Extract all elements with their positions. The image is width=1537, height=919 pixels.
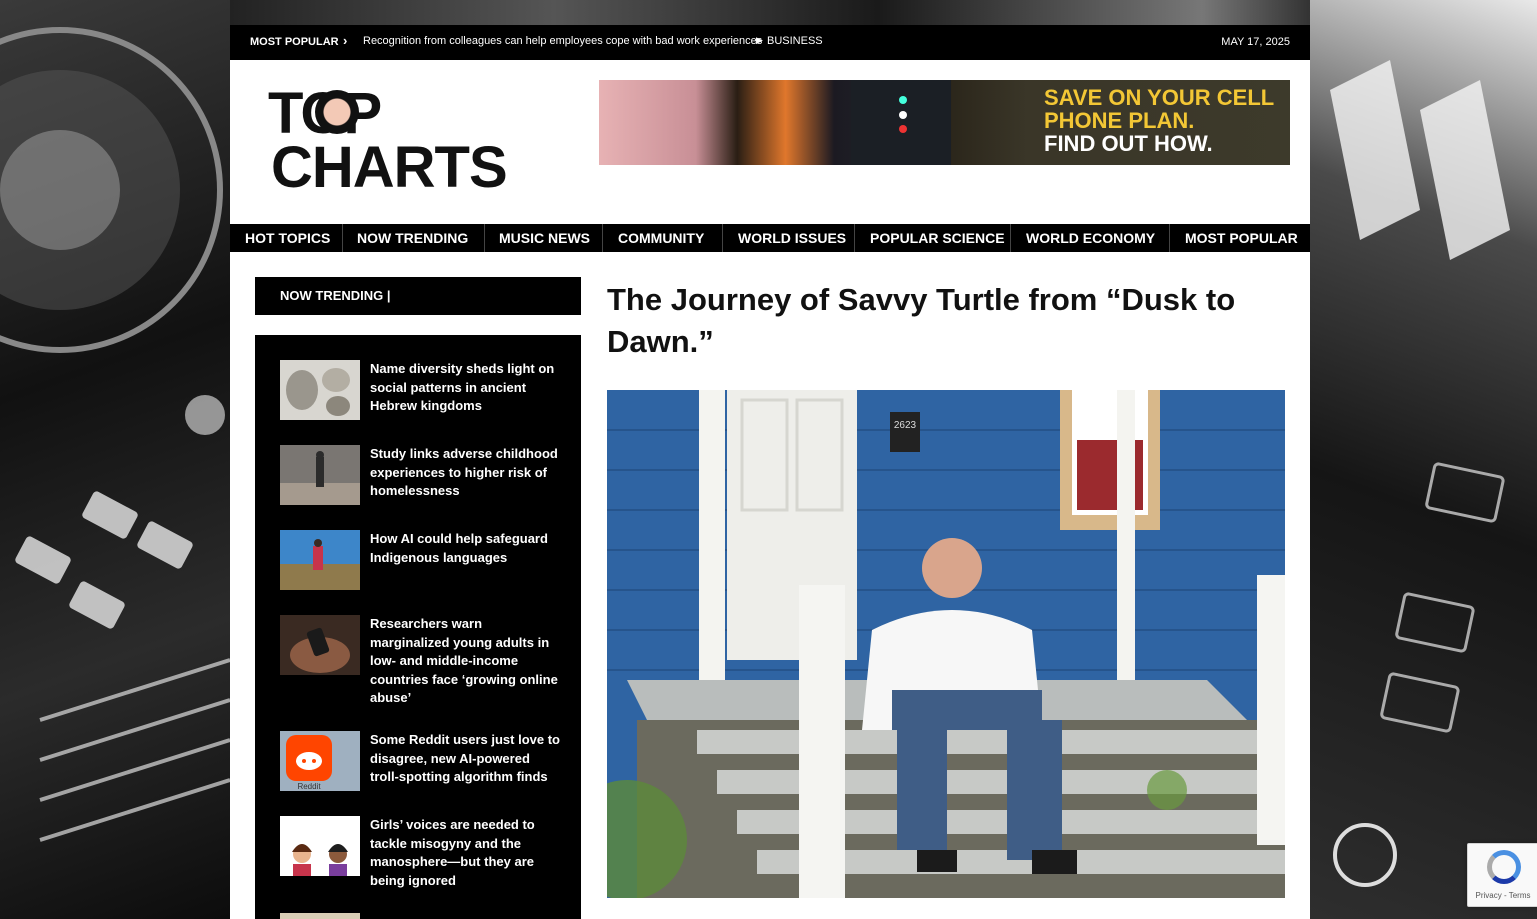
top-bar: MOST POPULAR › Recognition from colleagu… xyxy=(230,25,1310,60)
sidebar-heading-label: NOW TRENDING | xyxy=(280,288,391,303)
thumbnail-phone-hands[interactable] xyxy=(280,615,360,675)
trending-list: Name diversity sheds light on social pat… xyxy=(255,335,581,919)
page-container: MOST POPULAR › Recognition from colleagu… xyxy=(230,25,1310,919)
nav-item-most-popular[interactable]: MOST POPULAR xyxy=(1185,224,1298,252)
thumbnail-girls-illustration[interactable] xyxy=(280,816,360,876)
house-number: 2623 xyxy=(894,420,917,431)
list-item-title[interactable]: Name diversity sheds light on social pat… xyxy=(370,360,560,416)
list-item-title[interactable]: How AI could help safeguard Indigenous l… xyxy=(370,530,560,567)
sidebar-heading: NOW TRENDING | xyxy=(255,277,581,315)
nav-divider xyxy=(342,224,343,252)
phone-graphic xyxy=(851,80,951,165)
nav-item-hot-topics[interactable]: HOT TOPICS xyxy=(245,224,330,252)
triangle-right-icon: ▶ xyxy=(756,35,763,45)
list-item-title[interactable]: Girls’ voices are needed to tackle misog… xyxy=(370,816,560,890)
current-date: MAY 17, 2025 xyxy=(1221,36,1290,48)
article-photo: 2623 xyxy=(607,390,1285,898)
top-category-link[interactable]: BUSINESS xyxy=(767,35,823,47)
svg-text:Reddit: Reddit xyxy=(297,782,321,791)
most-popular-label: MOST POPULAR xyxy=(250,36,339,48)
main-nav: HOT TOPICS NOW TRENDING MUSIC NEWS COMMU… xyxy=(230,224,1310,252)
list-item-title[interactable]: Researchers warn marginalized young adul… xyxy=(370,615,560,708)
nav-divider xyxy=(722,224,723,252)
list-item-title[interactable]: Study links adverse childhood experience… xyxy=(370,445,560,501)
nav-item-world-economy[interactable]: WORLD ECONOMY xyxy=(1026,224,1155,252)
article-title: The Journey of Savvy Turtle from “Dusk t… xyxy=(607,282,1236,359)
list-item-title[interactable]: Some Reddit users just love to disagree,… xyxy=(370,731,560,787)
ad-line-3: FIND OUT HOW. xyxy=(1044,131,1213,156)
nav-divider xyxy=(854,224,855,252)
nav-item-world-issues[interactable]: WORLD ISSUES xyxy=(738,224,846,252)
site-logo[interactable]: TOP CHARTS xyxy=(268,85,528,205)
nav-divider xyxy=(484,224,485,252)
ad-line-1: SAVE ON YOUR CELL xyxy=(1044,85,1275,110)
ad-banner[interactable]: SAVE ON YOUR CELL PHONE PLAN. FIND OUT H… xyxy=(599,80,1290,165)
nav-divider xyxy=(1010,224,1011,252)
nav-item-popular-science[interactable]: POPULAR SCIENCE xyxy=(870,224,1005,252)
nav-item-music-news[interactable]: MUSIC NEWS xyxy=(499,224,590,252)
nav-divider xyxy=(602,224,603,252)
top-headline-link[interactable]: Recognition from colleagues can help emp… xyxy=(363,35,762,47)
recaptcha-label[interactable]: Privacy - Terms xyxy=(1468,891,1537,900)
nav-divider xyxy=(1169,224,1170,252)
thumbnail-field[interactable] xyxy=(280,530,360,590)
recaptcha-badge[interactable]: Privacy - Terms xyxy=(1467,843,1537,907)
nav-item-community[interactable]: COMMUNITY xyxy=(618,224,704,252)
vinyl-disc-icon xyxy=(315,90,359,134)
chevron-right-icon: › xyxy=(343,33,348,48)
nav-item-now-trending[interactable]: NOW TRENDING xyxy=(357,224,468,252)
ad-text: SAVE ON YOUR CELL PHONE PLAN. FIND OUT H… xyxy=(1044,86,1274,155)
thumbnail-reddit[interactable]: Reddit xyxy=(280,731,360,791)
thumbnail-artifacts[interactable] xyxy=(280,360,360,420)
recaptcha-icon xyxy=(1487,850,1521,884)
logo-line-2: CHARTS xyxy=(271,135,508,200)
porch-photo-art: 2623 xyxy=(607,390,1285,898)
ad-line-2: PHONE PLAN. xyxy=(1044,108,1195,133)
next-thumbnail-partial[interactable] xyxy=(280,913,360,919)
thumbnail-street[interactable] xyxy=(280,445,360,505)
